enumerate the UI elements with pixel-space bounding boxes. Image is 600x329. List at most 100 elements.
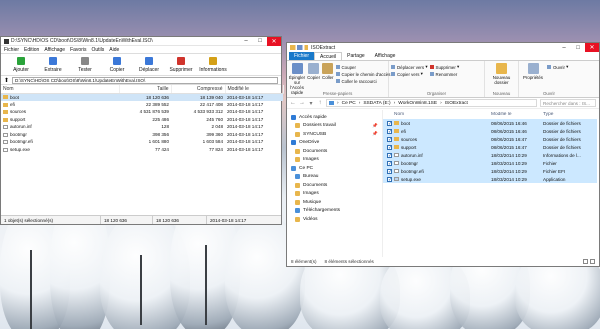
column-type[interactable]: Type (543, 112, 597, 117)
status-selection: 1 objet(s) sélectionné(s) (1, 216, 101, 224)
nav-onedrive-images[interactable]: Images (287, 156, 382, 165)
copy-to-button[interactable]: Copier vers ▾ (391, 71, 428, 77)
minimize-icon[interactable]: – (557, 43, 571, 52)
list-item[interactable]: ✓ bootmgr.efi 18/03/2014 10:29 Fichier EF… (383, 167, 597, 175)
column-modified[interactable]: Modifié le (491, 112, 543, 117)
move-to-button[interactable]: Déplacer vers ▾ (391, 64, 428, 70)
tab-file[interactable]: Fichier (289, 52, 315, 60)
checkbox-icon[interactable]: ✓ (387, 152, 392, 158)
7zip-title-bar[interactable]: D:\SYNC\HD\OS CD\boot\OS\8\Win8.1\Update… (1, 36, 281, 46)
nav-downloads[interactable]: Téléchargements (287, 207, 382, 216)
column-modified[interactable]: Modifié le (225, 85, 284, 94)
menu-favorites[interactable]: Favoris (70, 47, 86, 53)
back-icon[interactable]: ← (290, 100, 296, 106)
copy-path-button[interactable]: Copier le chemin d'accès (335, 71, 390, 77)
large-icons-view-icon[interactable] (590, 259, 595, 264)
checkbox-icon[interactable]: ✓ (387, 136, 392, 142)
menu-view[interactable]: Affichage (44, 47, 65, 53)
info-button[interactable]: Informations (197, 54, 229, 75)
quick-access-toolbar[interactable] (290, 45, 308, 50)
nav-documents[interactable]: Documents (287, 181, 382, 190)
extract-button[interactable]: Extraire (37, 54, 69, 75)
recent-chevron-icon[interactable]: ▾ (308, 100, 314, 107)
nav-syncusb[interactable]: SYNCUSB 📌 (287, 130, 382, 139)
forward-icon[interactable]: → (299, 100, 305, 106)
checkbox-icon[interactable]: ✓ (387, 128, 392, 134)
organize-group-label: Organiser (426, 91, 447, 96)
breadcrumb[interactable]: › Ce PC › SSDATA (E:) › WorkOnWin8.1SE ›… (326, 99, 537, 107)
checkbox-icon[interactable]: ✓ (387, 120, 392, 126)
explorer-window: ISOExtract – □ ✕ Fichier Accueil Partage… (286, 42, 600, 267)
menu-edit[interactable]: Edition (24, 47, 39, 53)
list-item[interactable]: ✓ autorun.inf 18/03/2014 10:29 Informatio… (383, 151, 597, 159)
tab-home[interactable]: Accueil (314, 52, 343, 60)
nav-music[interactable]: Musique (287, 198, 382, 207)
column-size[interactable]: Taille (119, 85, 172, 94)
menu-help[interactable]: Aide (109, 47, 119, 53)
breadcrumb-folder[interactable]: WorkOnWin8.1SE (398, 101, 437, 106)
close-icon[interactable]: ✕ (267, 36, 281, 46)
cut-button[interactable]: Couper (335, 64, 391, 70)
nav-images[interactable]: Images (287, 190, 382, 199)
maximize-icon[interactable]: □ (253, 37, 267, 46)
menu-file[interactable]: Fichier (4, 47, 19, 53)
desktop-icon (295, 174, 300, 180)
menu-tools[interactable]: Outils (91, 47, 104, 53)
copy-button[interactable]: Copier (101, 54, 133, 75)
delete-ribbon-button[interactable]: Supprimer ▾ (429, 64, 459, 70)
add-button[interactable]: Ajouter (5, 54, 37, 75)
column-packed[interactable]: Compressé (171, 85, 226, 94)
list-item[interactable]: ✓ setup.exe 18/03/2014 10:29 Application (383, 175, 597, 183)
list-item[interactable]: ✓ support 08/06/2015 16:47 Dossier de fic… (383, 143, 597, 151)
column-name[interactable]: Nom (387, 112, 491, 117)
nav-onedrive-documents[interactable]: Documents (287, 147, 382, 156)
status-size: 18 120 636 (101, 216, 153, 224)
explorer-title-bar[interactable]: ISOExtract – □ ✕ (287, 43, 599, 52)
breadcrumb-this-pc[interactable]: Ce PC (342, 101, 356, 106)
move-button[interactable]: Déplacer (133, 54, 165, 75)
table-row[interactable]: sources 4 531 876 539 4 533 933 312 2014… (1, 108, 283, 116)
nav-quick-access[interactable]: Accès rapide (287, 113, 382, 122)
nav-desktop[interactable]: Bureau (287, 173, 382, 182)
table-row[interactable]: support 225 486 245 760 2014-03-18 14:17 (1, 116, 283, 124)
tab-share[interactable]: Partage (342, 52, 370, 60)
table-row[interactable]: bootmgr.efi 1 601 880 1 603 584 2014-03-… (1, 138, 283, 146)
checkbox-icon[interactable]: ✓ (387, 160, 392, 166)
paste-shortcut-button[interactable]: Coller le raccourci (335, 78, 391, 84)
search-input[interactable]: Rechercher dans : IS... (540, 99, 596, 107)
table-row[interactable]: efi 22 389 552 22 417 408 2014-03-18 14:… (1, 101, 283, 109)
breadcrumb-drive[interactable]: SSDATA (E:) (363, 101, 390, 106)
nav-this-pc[interactable]: Ce PC (287, 164, 382, 173)
list-item[interactable]: ✓ sources 08/06/2015 16:47 Dossier de fic… (383, 135, 597, 143)
table-row[interactable]: bootmgr 398 356 399 360 2014-03-18 14:17 (1, 131, 283, 139)
column-name[interactable]: Nom (1, 85, 120, 94)
up-folder-icon[interactable]: ⬆ (4, 77, 9, 84)
details-view-icon[interactable] (583, 259, 588, 264)
close-icon[interactable]: ✕ (585, 43, 599, 52)
7zip-path-field[interactable]: D:\SYNC\HD\OS CD\boot\OS\8\Win8.1\Update… (12, 76, 278, 84)
nav-work-folders[interactable]: Dossiers travail 📌 (287, 122, 382, 131)
ribbon: Épingler sur l'Accès rapide Copier Colle… (287, 60, 599, 98)
list-item[interactable]: ✓ boot 08/06/2015 16:46 Dossier de fichie… (383, 119, 597, 127)
minimize-icon[interactable]: – (239, 37, 253, 46)
maximize-icon[interactable]: □ (571, 43, 585, 52)
open-button[interactable]: Ouvrir ▾ (547, 64, 568, 70)
breadcrumb-current[interactable]: ISOExtract (445, 101, 468, 106)
table-row[interactable]: boot 18 120 636 18 139 040 2014-03-18 14… (1, 93, 283, 101)
delete-button[interactable]: Supprimer (165, 54, 197, 75)
checkbox-icon[interactable]: ✓ (387, 144, 392, 150)
tab-view[interactable]: Affichage (370, 52, 401, 60)
checkbox-icon[interactable]: ✓ (387, 168, 392, 174)
test-button[interactable]: Tester (69, 54, 101, 75)
checkbox-icon[interactable]: ✓ (387, 176, 392, 182)
table-row[interactable]: autorun.inf 128 2 048 2014-03-18 14:17 (1, 123, 283, 131)
file-icon (394, 153, 399, 157)
list-item[interactable]: ✓ bootmgr 18/03/2014 10:29 Fichier (383, 159, 597, 167)
nav-onedrive[interactable]: OneDrive (287, 139, 382, 148)
folder-icon (295, 131, 300, 137)
up-icon[interactable]: ↑ (317, 100, 323, 106)
rename-button[interactable]: Renommer (429, 71, 460, 77)
list-item[interactable]: ✓ efi 08/06/2015 16:46 Dossier de fichier… (383, 127, 597, 135)
nav-videos[interactable]: Vidéos (287, 215, 382, 224)
table-row[interactable]: setup.exe 77 424 77 824 2014-03-18 14:17 (1, 146, 283, 154)
